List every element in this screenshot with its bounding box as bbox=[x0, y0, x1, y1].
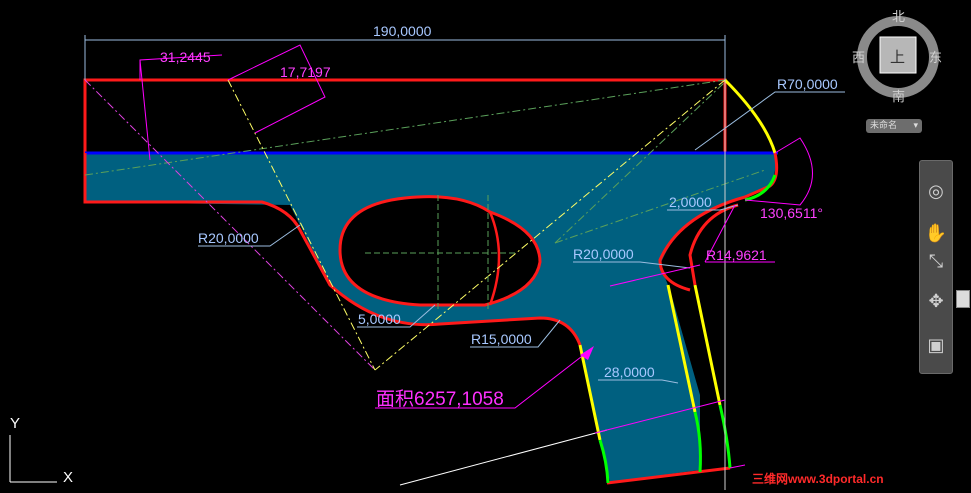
dim-r14-text: R14,9621 bbox=[706, 247, 767, 263]
ucs-y-label: Y bbox=[10, 415, 20, 432]
showmotion-icon[interactable]: ▣ bbox=[923, 333, 949, 359]
dim-angle-right-text: 130,6511° bbox=[760, 205, 823, 221]
grip-outer-yellow bbox=[693, 284, 722, 406]
wcs-dropdown[interactable]: 未命名 ▾ bbox=[866, 119, 922, 133]
viewcube-west[interactable]: 西 bbox=[852, 51, 865, 66]
viewcube-east[interactable]: 东 bbox=[929, 51, 942, 66]
dim-r20-inner-text: R20,0000 bbox=[573, 246, 634, 262]
dim-r70-text: R70,0000 bbox=[777, 76, 838, 92]
watermark: 三维网www.3dportal.cn bbox=[752, 472, 884, 486]
orbit-icon[interactable]: ✥ bbox=[923, 289, 949, 315]
ucs-x-label: X bbox=[63, 469, 73, 486]
dim-r20-left-text: R20,0000 bbox=[198, 230, 259, 246]
vertical-scrollbar-thumb[interactable] bbox=[956, 290, 970, 308]
pan-icon[interactable]: ✋ bbox=[923, 221, 949, 247]
dim-gap-text: 2,0000 bbox=[669, 194, 712, 210]
chevron-down-icon: ▾ bbox=[913, 121, 918, 131]
dim-angle-offset-text: 31,2445 bbox=[160, 49, 211, 65]
drawing-canvas[interactable]: 190,0000 31,2445 17,7197 R70,0000 130,65… bbox=[0, 0, 971, 493]
zoom-icon[interactable]: ⤡ bbox=[923, 249, 949, 275]
wcs-dropdown-label: 未命名 bbox=[870, 121, 898, 131]
steering-wheel-icon[interactable]: ◎ bbox=[923, 179, 949, 205]
ucs-icon bbox=[9, 435, 57, 483]
navigation-bar[interactable]: ◎ ✋ ⤡ ✥ ▣ bbox=[919, 160, 953, 374]
arc-r70 bbox=[723, 78, 777, 154]
viewcube-north[interactable]: 北 bbox=[892, 10, 905, 25]
viewcube-south[interactable]: 南 bbox=[892, 89, 905, 105]
dim-r15-text: R15,0000 bbox=[471, 331, 532, 347]
dim-slot-offset-text: 5,0000 bbox=[358, 311, 401, 327]
base-line bbox=[399, 429, 608, 486]
area-label: 面积6257,1058 bbox=[376, 388, 504, 410]
viewcube-face-label: 上 bbox=[890, 48, 905, 66]
slide-outline bbox=[83, 78, 727, 155]
dim-overall-width-text: 190,0000 bbox=[373, 23, 432, 39]
dim-grip-width-text: 28,0000 bbox=[604, 364, 655, 380]
dim-angle-offset2-text: 17,7197 bbox=[280, 64, 331, 80]
